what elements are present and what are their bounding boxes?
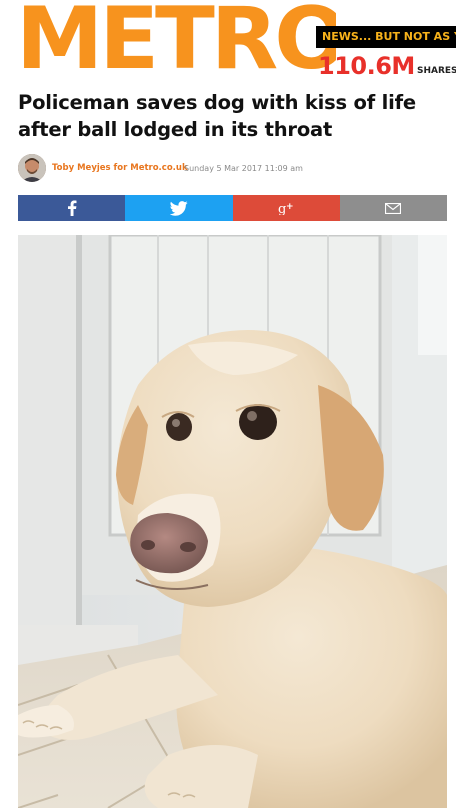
share-count-label: SHARES xyxy=(417,66,456,76)
article-photo[interactable] xyxy=(18,235,447,808)
metro-logo[interactable]: METRO xyxy=(16,0,336,80)
share-bar: g + xyxy=(18,195,447,221)
author-avatar[interactable] xyxy=(18,154,46,182)
google-plus-icon: g + xyxy=(278,202,294,215)
svg-text:+: + xyxy=(286,202,294,212)
byline: Toby Meyjes for Metro.co.uk Sunday 5 Mar… xyxy=(18,154,448,184)
article-headline: Policeman saves dog with kiss of life af… xyxy=(18,91,416,141)
twitter-share-button[interactable] xyxy=(125,195,233,221)
logo-wordmark: METRO xyxy=(16,0,336,80)
facebook-share-button[interactable] xyxy=(18,195,126,221)
site-tagline: NEWS... BUT NOT AS Y xyxy=(316,26,456,48)
site-header: METRO NEWS... BUT NOT AS Y 110.6M SHARES xyxy=(0,0,456,86)
publish-date: Sunday 5 Mar 2017 11:09 am xyxy=(184,164,303,173)
twitter-icon xyxy=(169,200,188,216)
share-count: 110.6M xyxy=(318,52,415,80)
tagline-text: NEWS... BUT NOT AS Y xyxy=(322,30,456,43)
facebook-icon xyxy=(67,200,77,216)
email-icon xyxy=(385,202,402,214)
google-plus-share-button[interactable]: g + xyxy=(232,195,340,221)
author-link[interactable]: Toby Meyjes for Metro.co.uk xyxy=(52,163,188,174)
email-share-button[interactable] xyxy=(339,195,447,221)
